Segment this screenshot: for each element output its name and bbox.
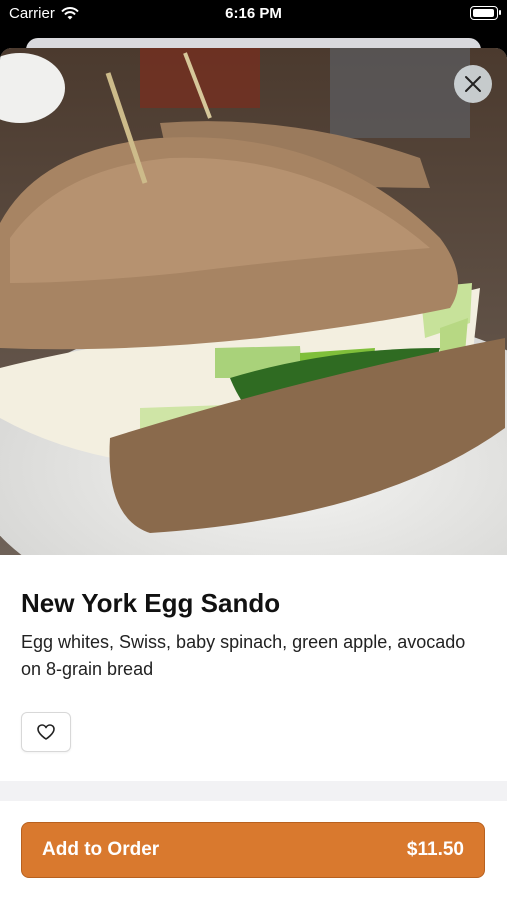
- close-button[interactable]: [454, 65, 492, 103]
- battery-icon: [470, 6, 501, 20]
- status-time: 6:16 PM: [225, 5, 282, 22]
- item-title: New York Egg Sando: [21, 588, 281, 618]
- item-description: Egg whites, Swiss, baby spinach, green a…: [21, 632, 466, 679]
- add-to-order-label: Add to Order: [42, 839, 160, 860]
- favorite-button[interactable]: [21, 712, 71, 752]
- add-to-order-button[interactable]: Add to Order $11.50: [21, 822, 485, 878]
- section-divider: [0, 781, 507, 801]
- item-price: $11.50: [406, 839, 464, 860]
- battery-level: [473, 9, 495, 17]
- heart-icon: [37, 724, 55, 740]
- item-detail-sheet: New York Egg Sando Egg whites, Swiss, ba…: [0, 48, 507, 900]
- status-bar: Carrier 6:16 PM: [0, 0, 507, 30]
- item-photo: [0, 48, 507, 555]
- item-info: New York Egg Sando Egg whites, Swiss, ba…: [21, 588, 486, 683]
- close-icon: [465, 76, 481, 92]
